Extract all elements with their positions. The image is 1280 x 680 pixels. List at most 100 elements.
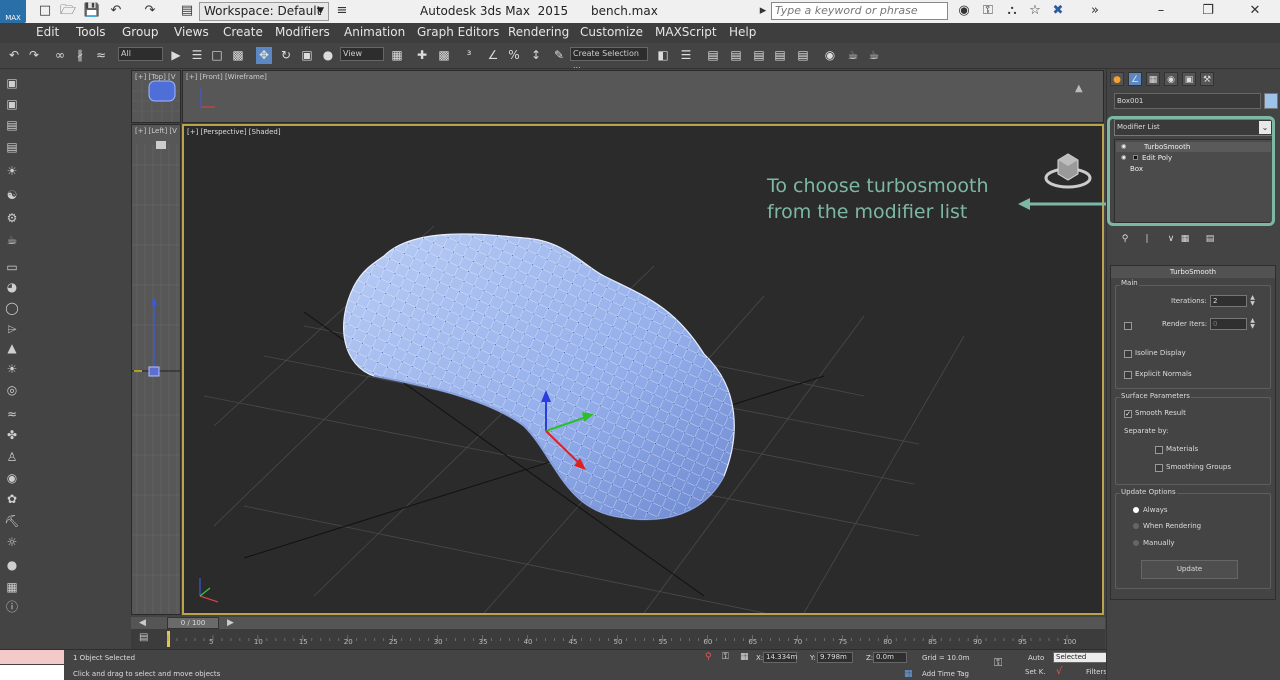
render-iters-checkbox[interactable] — [1124, 322, 1132, 330]
pivot-center-icon[interactable]: ▦ — [389, 47, 405, 64]
box-icon[interactable]: ▭ — [3, 259, 21, 275]
open-file-icon[interactable]: 🗁 — [59, 3, 77, 19]
track-bar-toggle-icon[interactable]: ▤ — [139, 632, 148, 643]
maxscript-input[interactable] — [0, 665, 64, 680]
communication-center-icon[interactable]: ⛬ — [1003, 3, 1021, 19]
top-viewport[interactable]: [+] [Top] [V — [131, 70, 181, 123]
iterations-spinner-arrows[interactable]: ▲ ▼ — [1249, 295, 1256, 307]
menu-rendering[interactable]: Rendering — [508, 25, 569, 39]
isoline-display-checkbox[interactable] — [1124, 350, 1132, 358]
menu-modifiers[interactable]: Modifiers — [275, 25, 330, 39]
when-rendering-radio[interactable] — [1133, 523, 1139, 529]
time-slider-knob[interactable]: 0 / 100 — [167, 617, 219, 629]
restore-icon[interactable]: ❐ — [1193, 2, 1223, 20]
y-coordinate-field[interactable]: 9.798m — [817, 652, 853, 663]
grid-icon[interactable]: ▦ — [3, 579, 21, 595]
lock-selection-icon[interactable]: ⚿ — [722, 652, 729, 662]
light-icon[interactable]: ▤ — [3, 117, 21, 133]
select-and-move-icon[interactable]: ✥ — [256, 47, 272, 64]
select-manipulate-icon[interactable]: ✚ — [414, 47, 430, 64]
undo-icon[interactable]: ↶ — [107, 3, 125, 19]
menu-tools[interactable]: Tools — [76, 25, 106, 39]
add-time-tag[interactable]: Add Time Tag — [922, 670, 969, 678]
geosphere-icon[interactable]: ◯ — [3, 300, 21, 316]
modify-tab-icon[interactable]: ∠ — [1128, 72, 1142, 86]
toolbar-redo-icon[interactable]: ↷ — [26, 47, 42, 64]
spacewarp-icon[interactable]: ☯ — [3, 187, 21, 203]
particles-icon[interactable]: ≈ — [3, 406, 21, 422]
minimize-icon[interactable]: – — [1146, 2, 1176, 20]
helper-icon[interactable]: ☀ — [3, 163, 21, 179]
render-iters-spinner-arrows[interactable]: ▲ ▼ — [1249, 318, 1256, 330]
always-radio[interactable] — [1133, 507, 1139, 513]
schematic-view-icon[interactable]: ▤ — [795, 47, 811, 64]
select-and-rotate-icon[interactable]: ↻ — [278, 47, 294, 64]
new-file-icon[interactable]: □ — [36, 3, 54, 19]
exchange-icon[interactable]: ✖ — [1049, 3, 1067, 19]
shape-icon[interactable]: ▣ — [3, 96, 21, 112]
explicit-normals-checkbox[interactable] — [1124, 371, 1132, 379]
close-icon[interactable]: ✕ — [1240, 2, 1270, 20]
toggle-scene-explorer-icon[interactable]: ▤ — [705, 47, 721, 64]
globe-icon[interactable]: ◉ — [3, 470, 21, 486]
set-key-button[interactable]: Set K. — [1025, 668, 1046, 676]
mirror-icon[interactable]: ◧ — [655, 47, 671, 64]
select-object-icon[interactable]: ▶ — [168, 47, 184, 64]
select-and-place-icon[interactable]: ● — [320, 47, 336, 64]
key-mode-icon[interactable]: √ — [1056, 666, 1062, 677]
x-coordinate-field[interactable]: 14.334m — [763, 652, 797, 663]
auto-key-button[interactable]: Auto — [1028, 654, 1044, 662]
material-editor-icon[interactable]: ◉ — [822, 47, 838, 64]
select-by-name-icon[interactable]: ☰ — [189, 47, 205, 64]
remove-modifier-icon[interactable]: ▦ — [1178, 233, 1192, 245]
viewcube-icon[interactable] — [1044, 146, 1092, 190]
time-next-icon[interactable]: ▶ — [227, 617, 234, 629]
sphere-icon[interactable]: ◕ — [3, 279, 21, 295]
update-button[interactable]: Update — [1141, 560, 1238, 579]
motion-tab-icon[interactable]: ◉ — [1164, 72, 1178, 86]
percent-snap-icon[interactable]: % — [506, 47, 522, 64]
rectangular-selection-icon[interactable]: □ — [209, 47, 225, 64]
quick-access-menu-icon[interactable]: ≡ — [333, 3, 351, 19]
bind-space-warp-icon[interactable]: ≈ — [93, 47, 109, 64]
menu-customize[interactable]: Customize — [580, 25, 643, 39]
named-selection-dropdown[interactable]: Create Selection ... — [570, 47, 648, 70]
iterations-spinner[interactable]: 2 — [1210, 295, 1247, 307]
menu-maxscript[interactable]: MAXScript — [655, 25, 717, 39]
make-unique-icon[interactable]: ∨ — [1164, 233, 1178, 245]
create-geometry-icon[interactable]: ▣ — [3, 75, 21, 91]
dynamics-icon[interactable]: ✤ — [3, 427, 21, 443]
smoothing-groups-checkbox[interactable] — [1155, 464, 1163, 472]
menu-create[interactable]: Create — [223, 25, 263, 39]
object-color-swatch[interactable] — [1264, 93, 1278, 109]
render-setup-icon[interactable]: ☕ — [845, 47, 861, 64]
menu-views[interactable]: Views — [174, 25, 209, 39]
teapot-icon[interactable]: ☕ — [3, 232, 21, 248]
turbosmooth-rollout-header[interactable]: TurboSmooth — [1111, 266, 1275, 278]
help-circle-icon[interactable]: ⓘ — [3, 599, 21, 615]
cone-icon[interactable]: ▲ — [3, 340, 21, 356]
front-viewport[interactable]: [+] [Front] [Wireframe] ▲ — [182, 70, 1104, 123]
time-slider[interactable]: ◀ 0 / 100 ▶ — [131, 617, 1105, 629]
maxscript-listener-mini[interactable] — [0, 650, 64, 664]
smooth-result-checkbox[interactable]: ✓ — [1124, 410, 1132, 418]
window-crossing-icon[interactable]: ▩ — [230, 47, 246, 64]
materials-checkbox[interactable] — [1155, 446, 1163, 454]
search-input[interactable]: Type a keyword or phrase — [771, 2, 948, 20]
menu-group[interactable]: Group — [122, 25, 159, 39]
configure-modifier-sets-icon[interactable]: ▤ — [1203, 233, 1217, 245]
key-icon[interactable]: ⚿ — [979, 3, 997, 19]
cylinder-icon[interactable]: ⌲ — [3, 321, 21, 337]
absolute-mode-icon[interactable]: ▦ — [740, 652, 749, 662]
menu-animation[interactable]: Animation — [344, 25, 405, 39]
isolate-icon[interactable]: ⚲ — [705, 652, 712, 662]
redo-icon[interactable]: ↷ — [141, 3, 159, 19]
time-prev-icon[interactable]: ◀ — [139, 617, 146, 629]
front-viewport-label[interactable]: [+] [Front] [Wireframe] — [186, 73, 267, 81]
binoculars-icon[interactable]: ◉ — [955, 3, 973, 19]
sun-position-icon[interactable]: ☼ — [3, 534, 21, 550]
toolbar-undo-icon[interactable]: ↶ — [6, 47, 22, 64]
save-icon[interactable]: 💾 — [83, 3, 101, 19]
show-end-result-icon[interactable]: ∣ — [1140, 233, 1154, 245]
create-tab-icon[interactable]: ● — [1110, 72, 1124, 86]
